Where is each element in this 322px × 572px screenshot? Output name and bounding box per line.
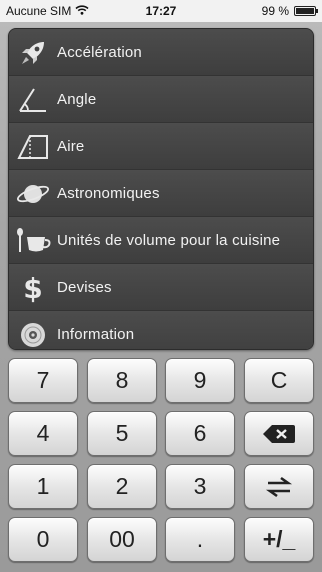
dollar-icon: $ [9,264,57,311]
backspace-button[interactable] [244,411,314,456]
key-5[interactable]: 5 [87,411,157,456]
status-bar: Aucune SIM 17:27 99 % [0,0,322,22]
angle-icon [9,76,57,123]
key-4[interactable]: 4 [8,411,78,456]
svg-text:$: $ [23,272,42,304]
clear-button[interactable]: C [244,358,314,403]
category-row-angle[interactable]: Angle [9,76,313,123]
category-row-cuisine[interactable]: Unités de volume pour la cuisine [9,217,313,264]
key-7[interactable]: 7 [8,358,78,403]
cup-spoon-icon [9,217,57,264]
planet-icon [9,170,57,217]
category-label: Unités de volume pour la cuisine [57,232,281,249]
category-row-devises[interactable]: $ Devises [9,264,313,311]
category-label: Devises [57,279,112,296]
category-label: Astronomiques [57,185,160,202]
area-icon [9,123,57,170]
category-row-astronomiques[interactable]: Astronomiques [9,170,313,217]
key-6[interactable]: 6 [165,411,235,456]
swap-arrows-icon [265,476,293,497]
decimal-point-button[interactable]: . [165,517,235,562]
rocket-icon [9,29,57,76]
category-row-acceleration[interactable]: Accélération [9,29,313,76]
category-label: Angle [57,91,97,108]
category-list: Accélération Angle Aire Astronomiques Un… [8,28,314,350]
swap-button[interactable] [244,464,314,509]
key-2[interactable]: 2 [87,464,157,509]
category-row-aire[interactable]: Aire [9,123,313,170]
category-label: Aire [57,138,85,155]
key-0[interactable]: 0 [8,517,78,562]
plus-minus-button[interactable]: +/_ [244,517,314,562]
disc-icon [9,311,57,349]
key-9[interactable]: 9 [165,358,235,403]
battery-percent: 99 % [261,4,289,18]
battery-icon [294,6,318,16]
category-label: Accélération [57,44,142,61]
key-8[interactable]: 8 [87,358,157,403]
category-row-information[interactable]: Information [9,311,313,349]
backspace-icon [263,424,295,443]
key-1[interactable]: 1 [8,464,78,509]
category-label: Information [57,326,135,343]
key-00[interactable]: 00 [87,517,157,562]
key-3[interactable]: 3 [165,464,235,509]
